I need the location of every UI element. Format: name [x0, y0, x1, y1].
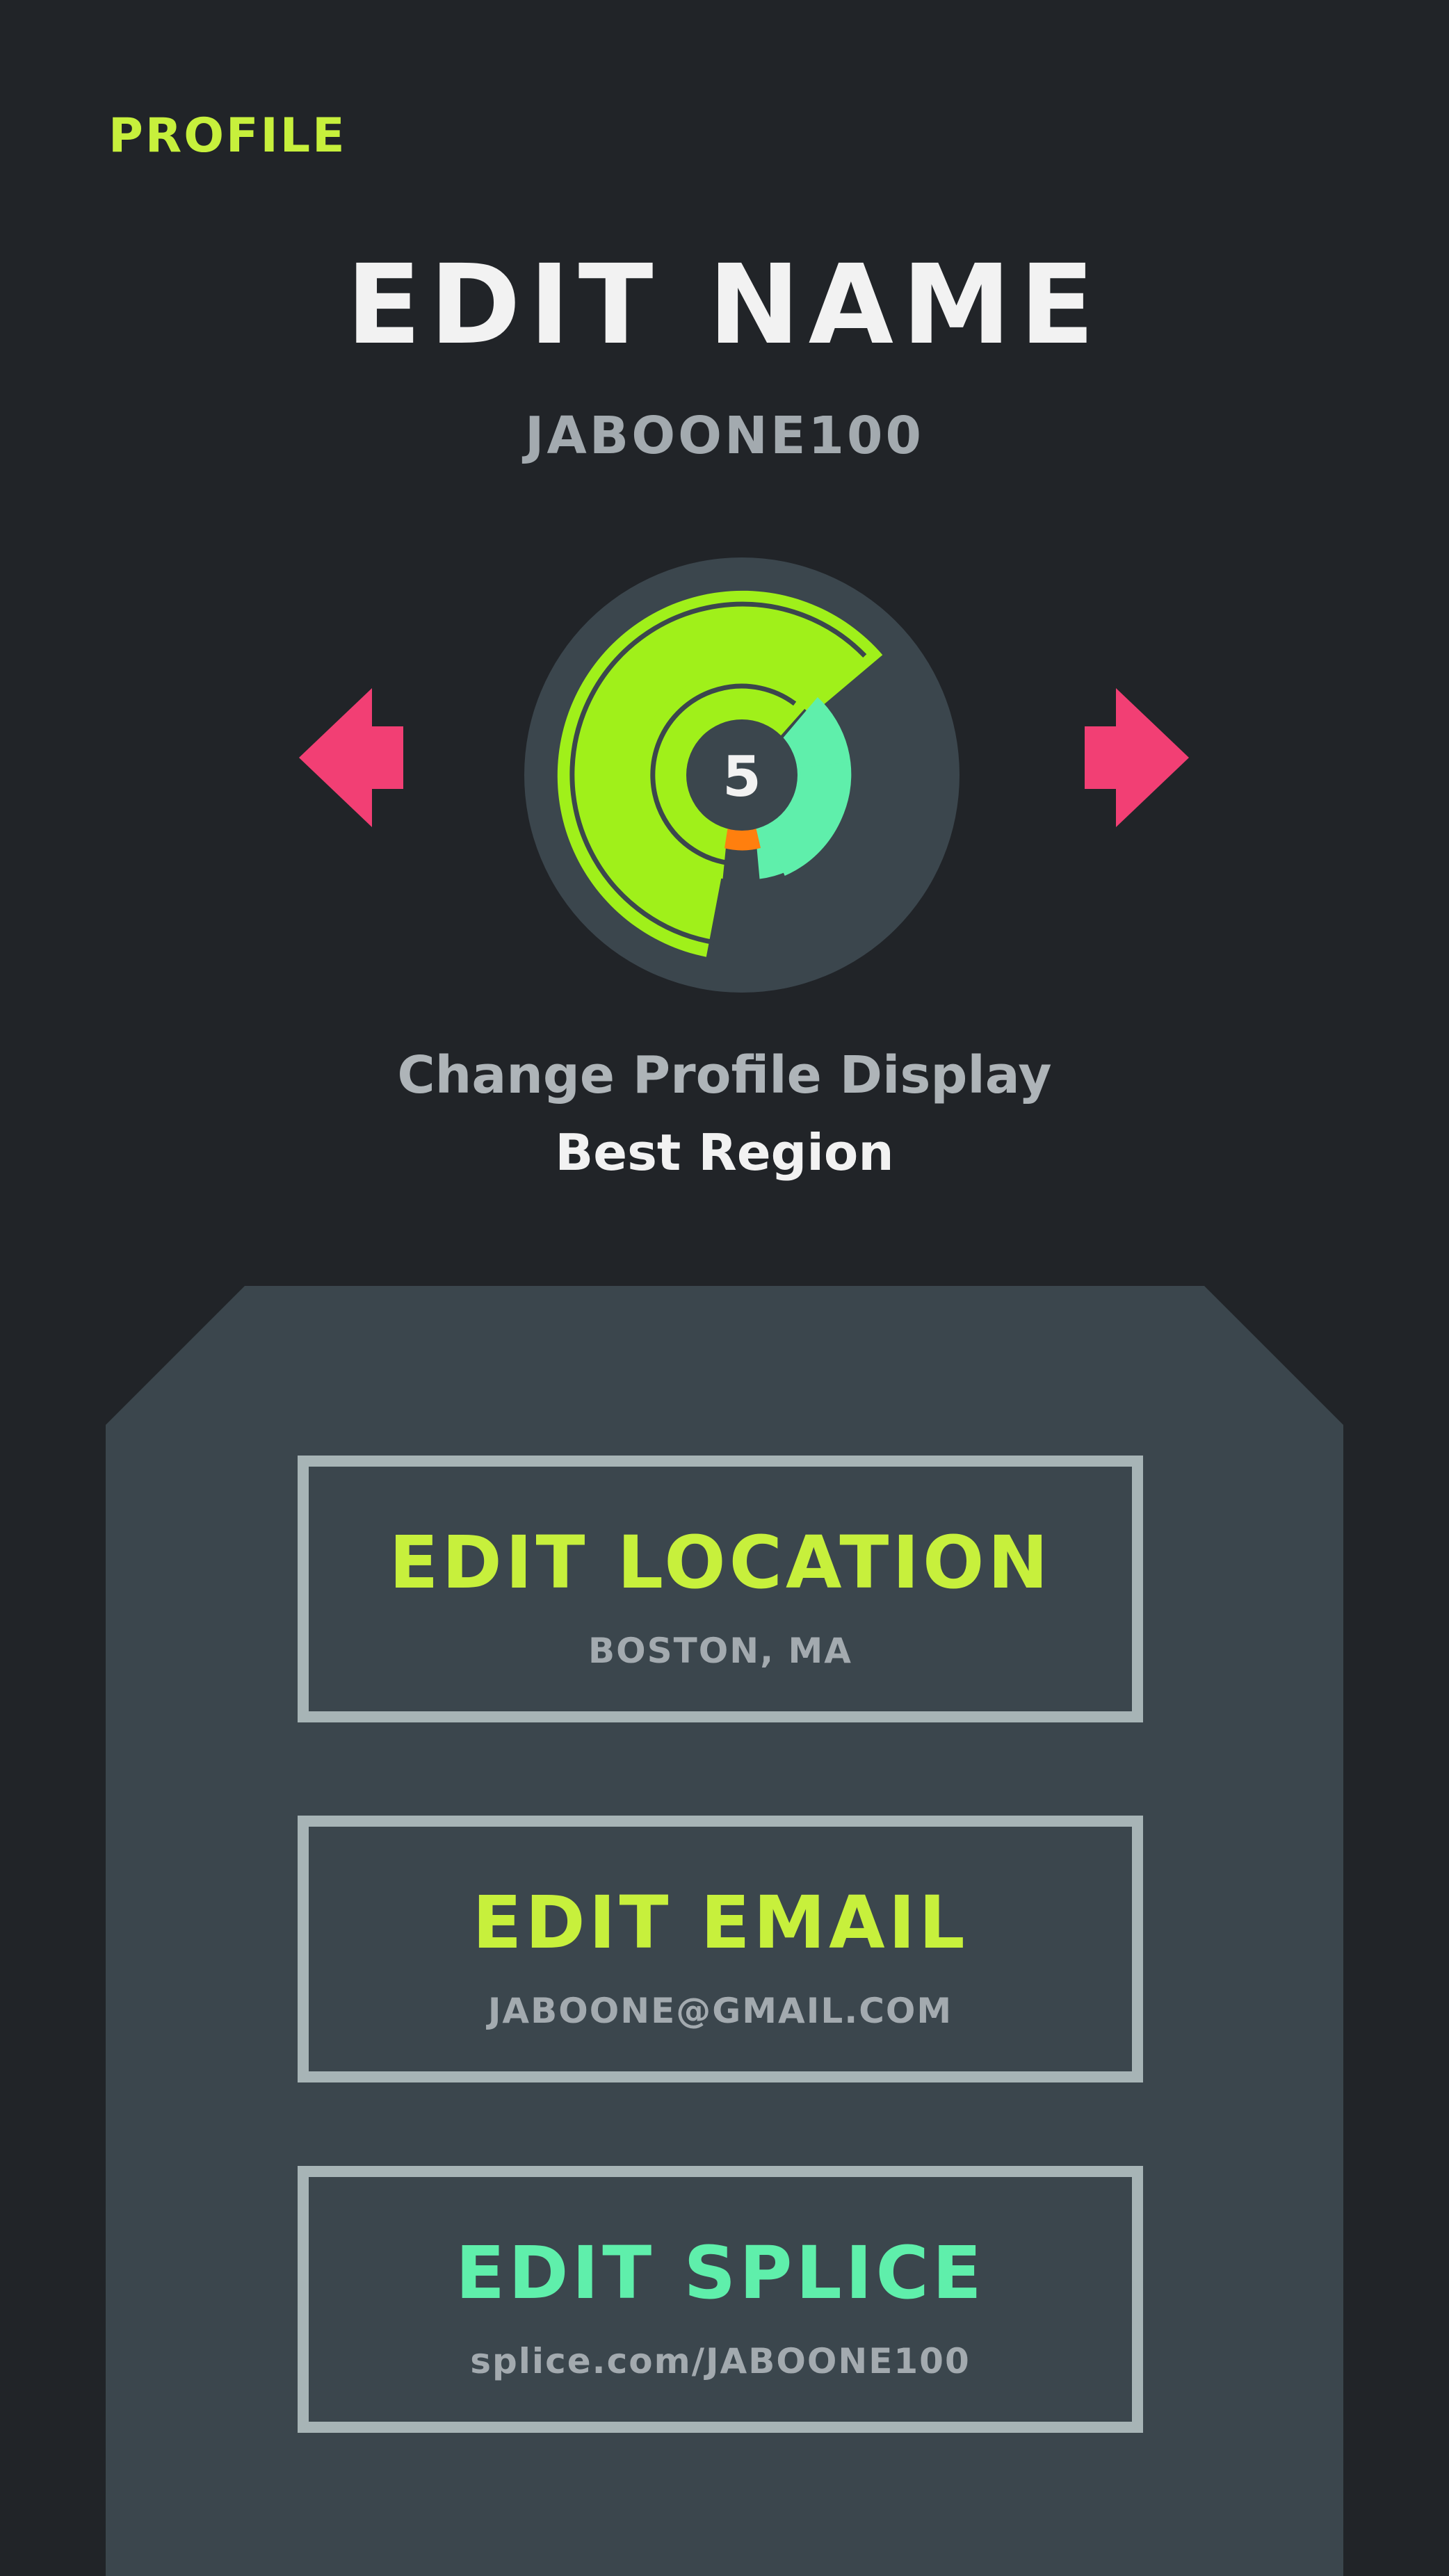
change-profile-display-label[interactable]: Change Profile Display: [0, 1050, 1449, 1101]
edit-location-title: EDIT LOCATION: [389, 1520, 1052, 1605]
arrow-left-icon[interactable]: [299, 688, 403, 827]
email-value: JABOONE@GMAIL.COM: [487, 1991, 953, 2031]
arrow-right-icon[interactable]: [1085, 688, 1189, 827]
edit-email-button[interactable]: EDIT EMAIL JABOONE@GMAIL.COM: [298, 1816, 1143, 2082]
edit-name-button[interactable]: EDIT NAME: [0, 250, 1449, 360]
profile-display-chart: 5: [524, 557, 960, 993]
location-value: BOSTON, MA: [588, 1631, 852, 1671]
edit-splice-title: EDIT SPLICE: [455, 2231, 985, 2315]
edit-location-button[interactable]: EDIT LOCATION BOSTON, MA: [298, 1456, 1143, 1722]
splice-value: splice.com/JABOONE100: [470, 2341, 971, 2381]
profile-nav-label[interactable]: PROFILE: [108, 113, 347, 160]
username-label: JABOONE100: [525, 406, 924, 466]
center-badge-value: 5: [722, 744, 761, 809]
edit-email-title: EDIT EMAIL: [472, 1880, 969, 1965]
current-display-value: Best Region: [555, 1123, 894, 1182]
edit-splice-button[interactable]: EDIT SPLICE splice.com/JABOONE100: [298, 2166, 1143, 2433]
